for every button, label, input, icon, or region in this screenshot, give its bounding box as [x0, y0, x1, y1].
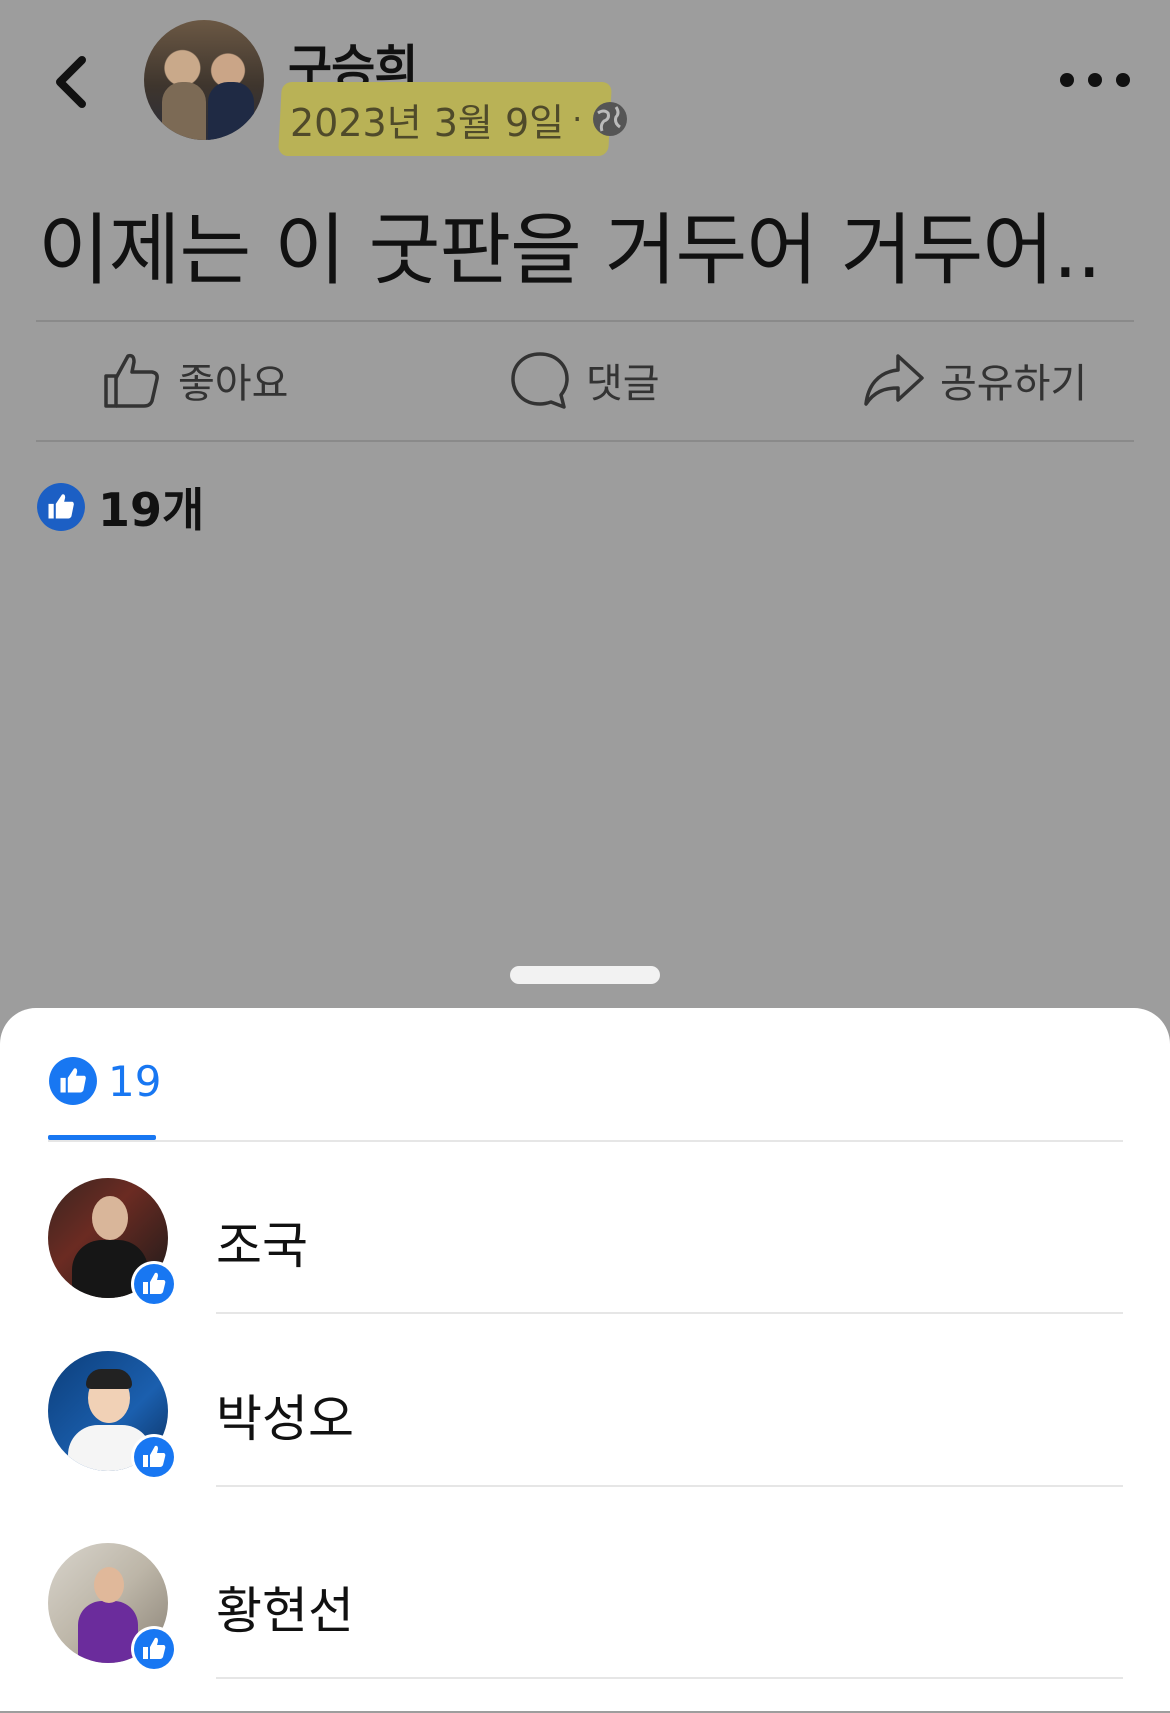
- reactor-row[interactable]: 황현선: [0, 1543, 1170, 1713]
- post-body-text: 이제는 이 굿판을 거두어 거두어..: [38, 206, 1102, 296]
- comment-label: 댓글: [586, 361, 660, 407]
- reactor-name: 조국: [216, 1217, 308, 1275]
- like-badge-icon: [131, 1434, 177, 1480]
- share-label: 공유하기: [940, 361, 1088, 407]
- tab-count: 19: [108, 1056, 162, 1106]
- chevron-left-icon: [56, 56, 86, 108]
- reactor-name: 황현선: [216, 1582, 354, 1640]
- comment-bubble-icon: [511, 352, 569, 409]
- like-reaction-icon: [37, 483, 85, 531]
- reactor-row[interactable]: 박성오: [0, 1351, 1170, 1521]
- like-reaction-icon: [49, 1057, 97, 1105]
- share-arrow-icon: [864, 354, 924, 406]
- like-badge-icon: [131, 1261, 177, 1307]
- author-avatar[interactable]: [144, 20, 264, 140]
- divider: [216, 1312, 1123, 1314]
- back-button[interactable]: [48, 52, 98, 112]
- divider: [216, 1485, 1123, 1487]
- like-summary[interactable]: 19개: [36, 474, 204, 540]
- like-button[interactable]: 좋아요: [100, 345, 288, 415]
- reactions-sheet: 19 조국 박성오 황현선: [0, 1008, 1170, 1711]
- divider: [216, 1677, 1123, 1679]
- more-options-button[interactable]: [1060, 62, 1130, 98]
- like-count-text: 19개: [98, 483, 205, 537]
- post-date[interactable]: 2023년 3월 9일: [280, 92, 564, 147]
- dot-icon: [1060, 73, 1074, 87]
- divider: [48, 1140, 1123, 1142]
- reactor-name: 박성오: [216, 1390, 354, 1448]
- post-meta: 2023년 3월 9일 ·: [278, 82, 630, 156]
- dot-icon: [1088, 73, 1102, 87]
- reactor-row[interactable]: 조국: [0, 1178, 1170, 1348]
- like-label: 좋아요: [178, 361, 289, 407]
- meta-separator: ·: [572, 100, 583, 138]
- dot-icon: [1116, 73, 1130, 87]
- share-button[interactable]: 공유하기: [862, 345, 1087, 415]
- globe-icon: [593, 102, 628, 136]
- tab-all-reactions[interactable]: 19: [48, 1056, 161, 1106]
- comment-button[interactable]: 댓글: [508, 345, 660, 415]
- sheet-drag-handle[interactable]: [510, 966, 660, 984]
- thumbs-up-outline-icon: [104, 353, 159, 408]
- divider: [36, 440, 1134, 442]
- like-badge-icon: [131, 1626, 177, 1672]
- divider: [36, 320, 1134, 322]
